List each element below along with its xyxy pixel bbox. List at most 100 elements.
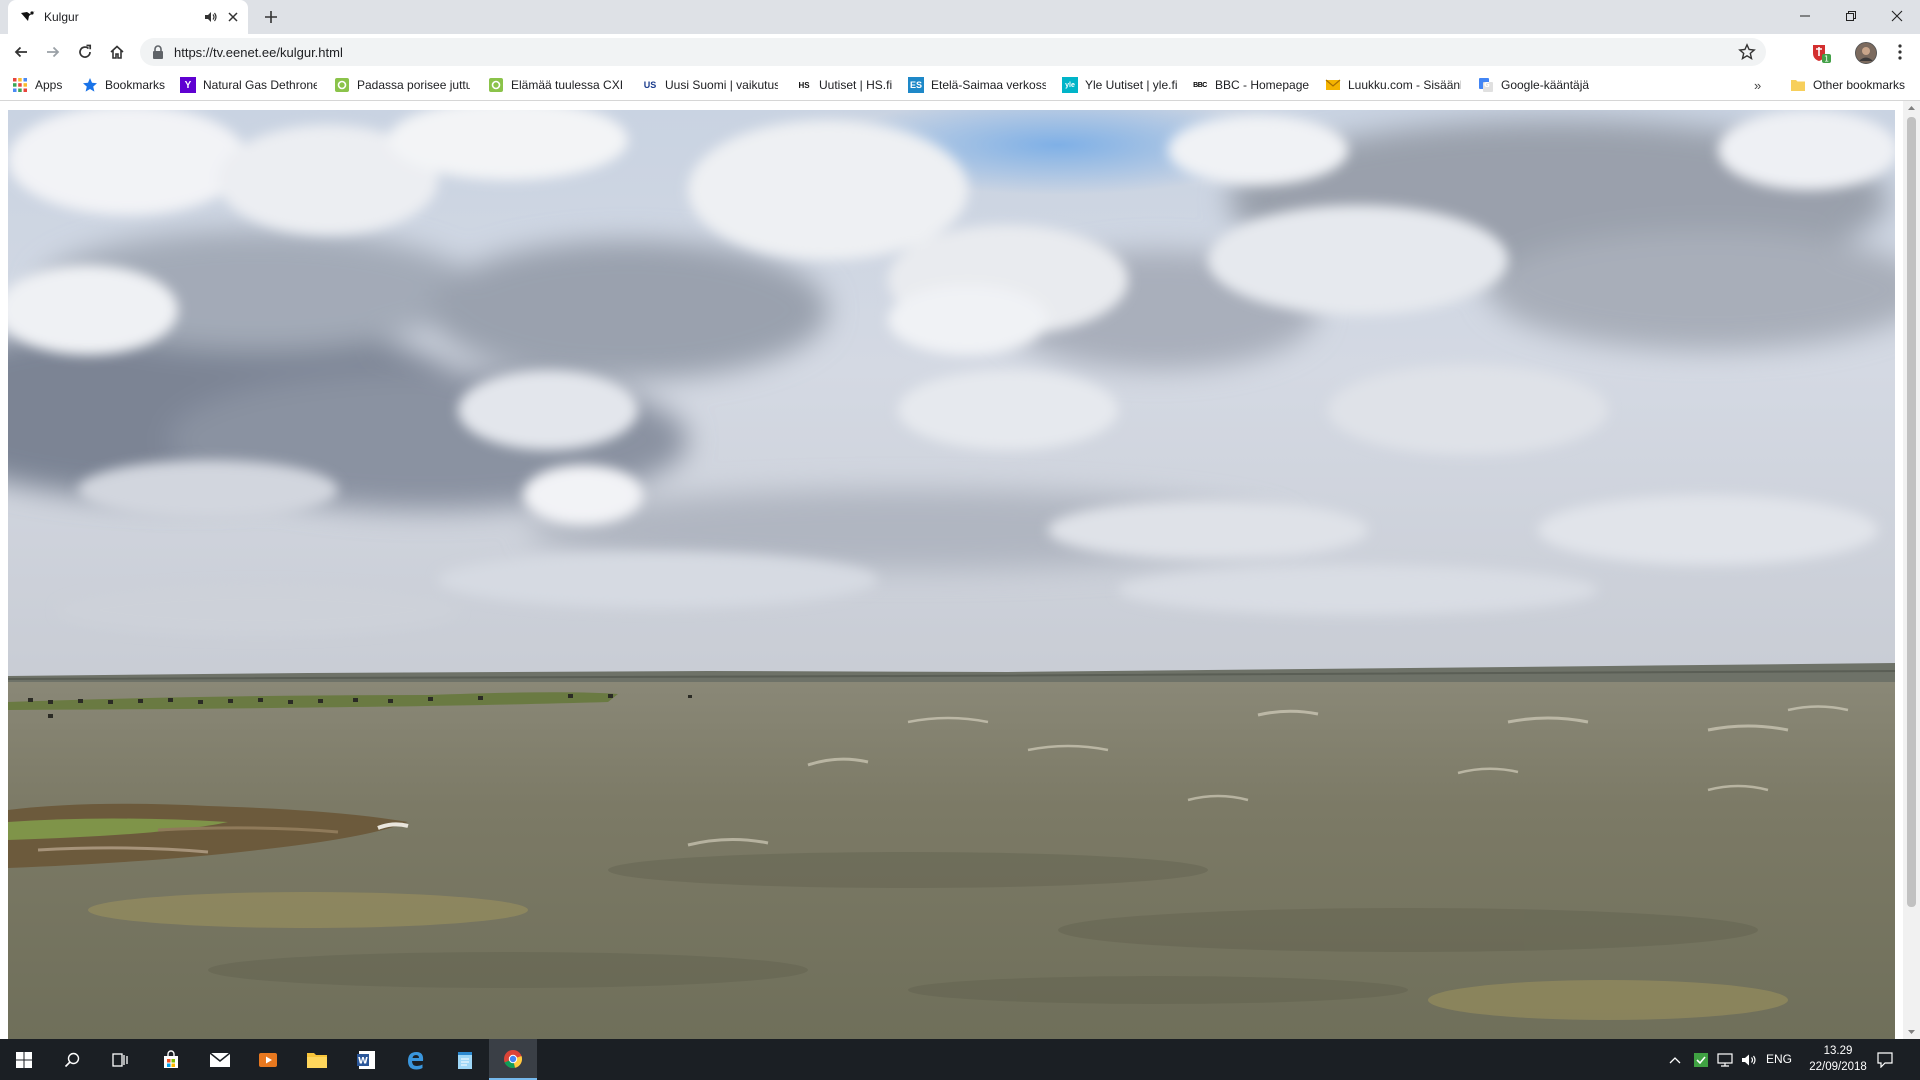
bookmark-google-translate[interactable]: G Google-kääntäjä [1478, 76, 1602, 94]
other-bookmarks-folder[interactable]: Other bookmarks [1790, 76, 1915, 94]
restore-button[interactable] [1828, 0, 1874, 32]
mail-icon [209, 1051, 231, 1067]
bookmark-luukku[interactable]: Luukku.com - Sisäänk [1325, 76, 1461, 94]
extension-shield-icon[interactable]: 1 [1810, 42, 1832, 64]
store-app[interactable] [147, 1039, 195, 1080]
bookmark-label: Elämää tuulessa CXIII [511, 78, 624, 92]
start-button[interactable] [0, 1039, 48, 1080]
media-app[interactable] [244, 1039, 292, 1080]
bookmark-bookmarks[interactable]: Bookmarks [82, 76, 170, 94]
close-tab-icon[interactable] [226, 10, 240, 24]
file-explorer-app[interactable] [293, 1039, 341, 1080]
notepad-app[interactable] [441, 1039, 489, 1080]
store-icon [164, 1049, 178, 1068]
bookmark-natural-gas[interactable]: Y Natural Gas Dethrone [180, 76, 317, 94]
page-content [0, 101, 1920, 1039]
browser-tab[interactable]: Kulgur [8, 0, 248, 34]
security-tray[interactable] [1692, 1051, 1710, 1069]
bookmark-bbc[interactable]: BBC BBC - Homepage [1192, 76, 1310, 94]
vertical-dots-icon [1898, 44, 1902, 60]
input-language[interactable]: ENG [1766, 1052, 1792, 1066]
bookmark-label: BBC - Homepage [1215, 78, 1310, 92]
reload-button[interactable] [74, 41, 96, 63]
tray-overflow-button[interactable] [1666, 1051, 1684, 1069]
speaker-icon [1742, 1054, 1756, 1066]
reload-icon [79, 44, 92, 58]
start-icon [16, 1051, 32, 1068]
bookmarks-overflow-button[interactable]: » [1754, 78, 1761, 93]
search-button[interactable] [48, 1039, 96, 1080]
svg-text:W: W [358, 1056, 368, 1066]
home-button[interactable] [106, 41, 128, 63]
mail-envelope-icon [1325, 79, 1341, 90]
url-text[interactable]: https://tv.eenet.ee/kulgur.html [174, 45, 343, 60]
network-tray[interactable] [1716, 1051, 1734, 1069]
us-icon: US [643, 80, 657, 90]
bookmark-uusi-suomi[interactable]: US Uusi Suomi | vaikutus [642, 76, 778, 94]
arrow-left-icon [14, 46, 27, 58]
profile-avatar[interactable] [1855, 42, 1877, 64]
bookmark-padassa[interactable]: Padassa porisee juttu [334, 76, 470, 94]
bookmark-yle[interactable]: yle Yle Uutiset | yle.fi [1062, 76, 1180, 94]
bookmark-label: Google-kääntäjä [1501, 78, 1590, 92]
close-window-button[interactable] [1874, 0, 1920, 32]
bookmark-label: Padassa porisee juttu [357, 78, 470, 92]
notepad-icon [458, 1051, 472, 1069]
task-view-icon [112, 1052, 128, 1067]
bookmark-star-icon[interactable] [1738, 43, 1756, 61]
bookmark-label: Apps [35, 78, 63, 92]
green-site-icon [489, 78, 503, 92]
scroll-thumb[interactable] [1907, 117, 1916, 907]
es-icon: ES [908, 77, 924, 93]
hs-icon: HS [798, 80, 810, 90]
tab-strip: Kulgur [0, 0, 1920, 34]
bookmark-apps[interactable]: Apps [12, 76, 72, 94]
star-icon [83, 78, 97, 92]
avatar-icon [1856, 43, 1876, 63]
folder-icon [1791, 80, 1805, 91]
bookmark-elamaa[interactable]: Elämää tuulessa CXIII [488, 76, 624, 94]
webcam-stream-image[interactable] [8, 110, 1895, 1039]
svg-text:1: 1 [1824, 55, 1829, 64]
chrome-icon [504, 1049, 523, 1068]
scroll-up-arrow-icon[interactable] [1907, 104, 1916, 113]
chrome-app[interactable] [489, 1039, 537, 1080]
svg-text:G: G [1484, 81, 1490, 89]
bookmark-etela-saimaa[interactable]: ES Etelä-Saimaa verkoss [908, 76, 1046, 94]
page-scrollbar[interactable] [1903, 101, 1920, 1039]
file-explorer-icon [307, 1052, 327, 1068]
word-icon: W [357, 1050, 375, 1069]
apps-grid-icon [13, 78, 27, 92]
task-view-button[interactable] [96, 1039, 144, 1080]
yle-icon: yle [1062, 77, 1078, 93]
bookmarks-bar: Apps Bookmarks Y Natural Gas Dethrone Pa… [0, 70, 1920, 101]
bookmark-label: Bookmarks [105, 78, 166, 92]
scroll-down-arrow-icon[interactable] [1907, 1027, 1916, 1036]
lock-icon[interactable] [152, 45, 164, 59]
bookmark-hs[interactable]: HS Uutiset | HS.fi [796, 76, 896, 94]
bbc-icon: BBC [1193, 81, 1207, 89]
minimize-button[interactable] [1782, 0, 1828, 32]
address-bar[interactable]: https://tv.eenet.ee/kulgur.html [140, 38, 1766, 66]
green-site-icon [335, 78, 349, 92]
bookmark-label: Uusi Suomi | vaikutus [665, 78, 778, 92]
network-icon [1717, 1053, 1733, 1067]
arrow-right-icon [47, 46, 60, 58]
close-icon [1891, 10, 1903, 22]
word-app[interactable]: W [342, 1039, 390, 1080]
new-tab-plus-icon[interactable] [262, 8, 280, 26]
speaker-audio-icon[interactable] [204, 10, 218, 24]
bookmark-label: Other bookmarks [1813, 78, 1906, 92]
mail-app[interactable] [196, 1039, 244, 1080]
volume-tray[interactable] [1740, 1051, 1758, 1069]
edge-app[interactable] [392, 1039, 440, 1080]
back-button[interactable] [10, 41, 32, 63]
clock-date[interactable]: 22/09/2018 [1800, 1059, 1876, 1075]
forward-button[interactable] [42, 41, 64, 63]
chrome-menu-button[interactable] [1890, 42, 1910, 62]
google-translate-icon: G [1479, 78, 1493, 92]
yahoo-icon: Y [180, 77, 196, 93]
clock-time[interactable]: 13.29 [1808, 1043, 1868, 1059]
browser-toolbar: https://tv.eenet.ee/kulgur.html 1 [0, 34, 1920, 70]
action-center-button[interactable] [1876, 1051, 1894, 1069]
